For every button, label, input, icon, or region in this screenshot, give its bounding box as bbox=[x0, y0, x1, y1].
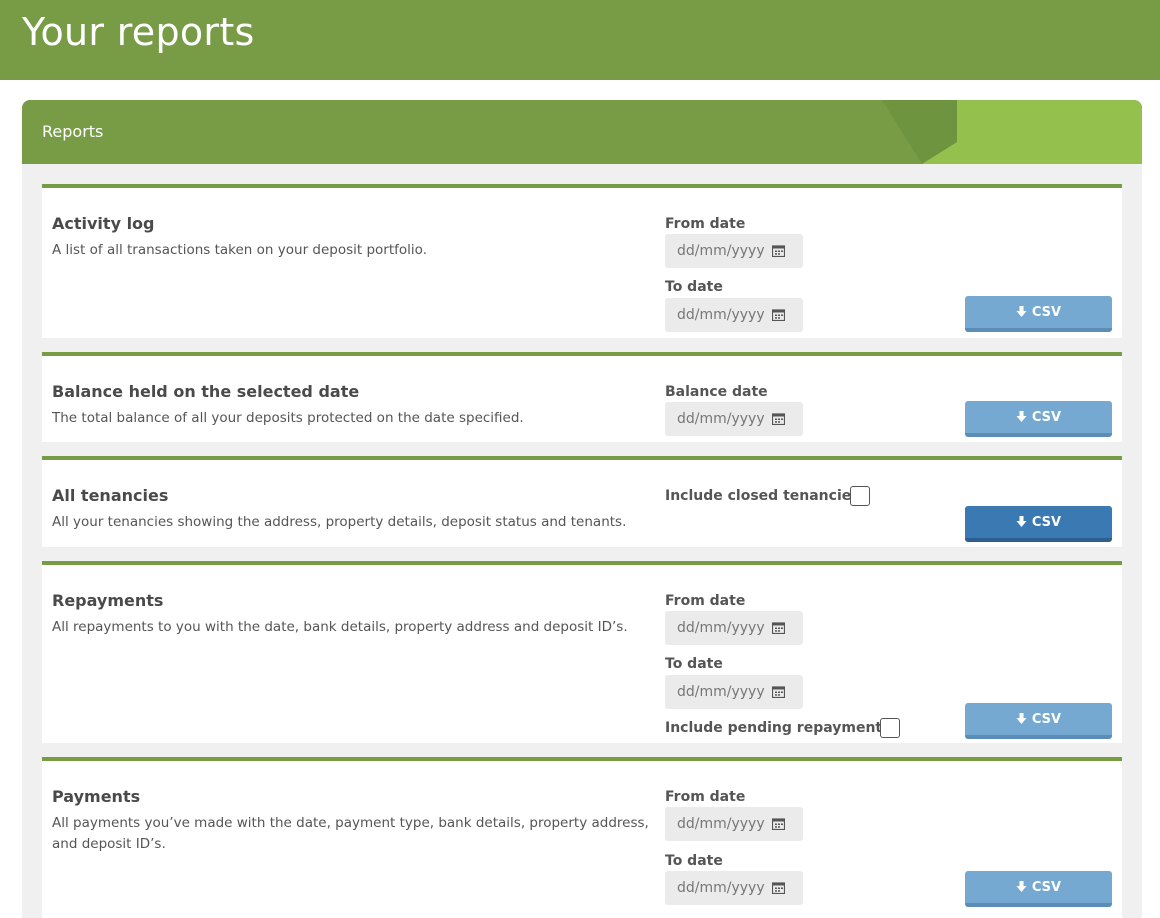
csv-label: CSV bbox=[1031, 711, 1062, 727]
download-csv-button[interactable]: CSV bbox=[965, 401, 1112, 437]
to-date-label: To date bbox=[665, 853, 723, 869]
header-decoration bbox=[882, 100, 1142, 164]
date-placeholder: dd/mm/yyyy bbox=[677, 307, 765, 323]
report-title: Payments bbox=[52, 787, 141, 806]
download-arrow-icon bbox=[1016, 411, 1027, 422]
include-pending-checkbox[interactable] bbox=[880, 718, 900, 738]
calendar-icon[interactable] bbox=[771, 818, 785, 830]
calendar-icon[interactable] bbox=[771, 245, 785, 257]
calendar-icon[interactable] bbox=[771, 309, 785, 321]
date-placeholder: dd/mm/yyyy bbox=[677, 816, 765, 832]
csv-label: CSV bbox=[1031, 879, 1062, 895]
report-description: All payments you’ve made with the date, … bbox=[52, 815, 649, 852]
date-placeholder: dd/mm/yyyy bbox=[677, 243, 765, 259]
date-placeholder: dd/mm/yyyy bbox=[677, 880, 765, 896]
download-csv-button[interactable]: CSV bbox=[965, 506, 1112, 542]
to-date-input[interactable]: dd/mm/yyyy bbox=[665, 871, 803, 905]
download-arrow-icon bbox=[1016, 881, 1027, 892]
page-title: Your reports bbox=[22, 10, 255, 54]
date-placeholder: dd/mm/yyyy bbox=[677, 620, 765, 636]
report-title: All tenancies bbox=[52, 486, 169, 505]
download-csv-button[interactable]: CSV bbox=[965, 703, 1112, 739]
report-description: The total balance of all your deposits p… bbox=[52, 410, 524, 426]
date-placeholder: dd/mm/yyyy bbox=[677, 684, 765, 700]
report-title: Balance held on the selected date bbox=[52, 382, 360, 401]
to-date-input[interactable]: dd/mm/yyyy bbox=[665, 298, 803, 332]
report-card-payments: Payments All payments you’ve made with t… bbox=[42, 757, 1122, 918]
calendar-icon[interactable] bbox=[771, 882, 785, 894]
report-description: All your tenancies showing the address, … bbox=[52, 514, 627, 530]
include-closed-checkbox[interactable] bbox=[850, 486, 870, 506]
from-date-input[interactable]: dd/mm/yyyy bbox=[665, 234, 803, 268]
panel-header: Reports bbox=[22, 100, 1142, 164]
to-date-label: To date bbox=[665, 656, 723, 672]
balance-date-label: Balance date bbox=[665, 384, 768, 400]
csv-label: CSV bbox=[1031, 304, 1062, 320]
include-pending-label: Include pending repayments bbox=[665, 720, 891, 736]
from-date-input[interactable]: dd/mm/yyyy bbox=[665, 611, 803, 645]
csv-label: CSV bbox=[1031, 409, 1062, 425]
panel-title: Reports bbox=[42, 122, 104, 141]
download-arrow-icon bbox=[1016, 306, 1027, 317]
calendar-icon[interactable] bbox=[771, 686, 785, 698]
page-header: Your reports bbox=[0, 0, 1160, 80]
download-arrow-icon bbox=[1016, 516, 1027, 527]
download-csv-button[interactable]: CSV bbox=[965, 871, 1112, 907]
date-placeholder: dd/mm/yyyy bbox=[677, 411, 765, 427]
from-date-input[interactable]: dd/mm/yyyy bbox=[665, 807, 803, 841]
report-title: Repayments bbox=[52, 591, 164, 610]
report-card-all-tenancies: All tenancies All your tenancies showing… bbox=[42, 456, 1122, 547]
from-date-label: From date bbox=[665, 216, 746, 232]
balance-date-input[interactable]: dd/mm/yyyy bbox=[665, 402, 803, 436]
download-arrow-icon bbox=[1016, 713, 1027, 724]
csv-label: CSV bbox=[1031, 514, 1062, 530]
download-csv-button[interactable]: CSV bbox=[965, 296, 1112, 332]
include-closed-label: Include closed tenancies bbox=[665, 488, 860, 504]
report-card-activity-log: Activity log A list of all transactions … bbox=[42, 184, 1122, 338]
report-card-balance: Balance held on the selected date The to… bbox=[42, 352, 1122, 442]
report-description: All repayments to you with the date, ban… bbox=[52, 619, 628, 635]
from-date-label: From date bbox=[665, 789, 746, 805]
calendar-icon[interactable] bbox=[771, 413, 785, 425]
report-description: A list of all transactions taken on your… bbox=[52, 242, 427, 258]
reports-panel: Reports Activity log A list of all trans… bbox=[22, 100, 1142, 918]
report-title: Activity log bbox=[52, 214, 155, 233]
calendar-icon[interactable] bbox=[771, 622, 785, 634]
from-date-label: From date bbox=[665, 593, 746, 609]
report-card-repayments: Repayments All repayments to you with th… bbox=[42, 561, 1122, 743]
to-date-input[interactable]: dd/mm/yyyy bbox=[665, 675, 803, 709]
to-date-label: To date bbox=[665, 279, 723, 295]
